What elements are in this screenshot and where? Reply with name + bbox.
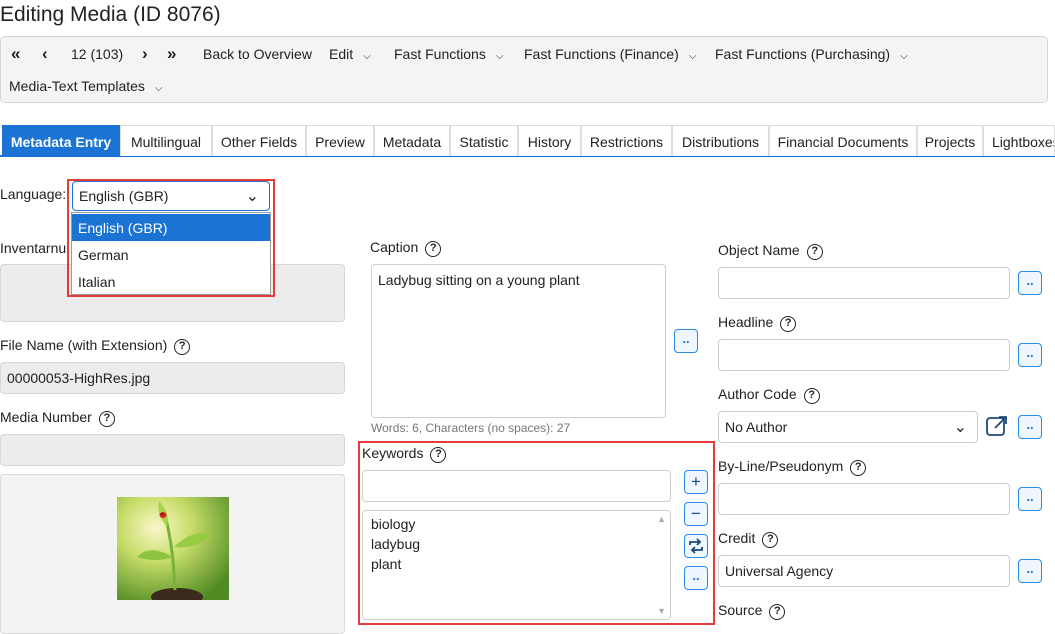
help-icon[interactable]: ? — [780, 316, 797, 332]
credit-label-text: Credit — [718, 530, 756, 546]
tab-financial-documents[interactable]: Financial Documents — [769, 125, 917, 156]
media-number-field[interactable] — [0, 434, 345, 466]
file-name-field[interactable]: 00000053-HighRes.jpg — [0, 362, 345, 394]
tab-projects[interactable]: Projects — [917, 125, 983, 156]
caption-word-count: Words: 6, Characters (no spaces): 27 — [371, 421, 571, 435]
byline-field[interactable] — [718, 483, 1010, 515]
source-label-text: Source — [718, 602, 763, 618]
help-icon[interactable]: ? — [803, 388, 820, 404]
headline-field[interactable] — [718, 339, 1010, 371]
headline-label-text: Headline — [718, 314, 774, 330]
caption-label-text: Caption — [370, 239, 419, 255]
file-name-label: File Name (with Extension)? — [0, 337, 191, 355]
caption-label: Caption? — [370, 239, 442, 257]
chevron-down-icon: ⌵ — [495, 51, 504, 62]
object-name-field[interactable] — [718, 267, 1010, 299]
fast-functions-purchasing-label: Fast Functions (Purchasing) — [715, 46, 891, 62]
keywords-highlight-box — [358, 441, 715, 625]
credit-field[interactable]: Universal Agency — [718, 555, 1010, 587]
help-icon[interactable]: ? — [762, 532, 779, 548]
help-icon[interactable]: ? — [806, 244, 823, 260]
fast-functions-finance-menu[interactable]: Fast Functions (Finance) ⌵ — [524, 46, 696, 62]
author-code-label-text: Author Code — [718, 386, 797, 402]
media-number-label: Media Number? — [0, 409, 115, 427]
tab-metadata[interactable]: Metadata — [374, 125, 450, 156]
headline-more-button[interactable]: .. — [1018, 343, 1042, 367]
byline-label: By-Line/Pseudonym? — [718, 458, 867, 476]
media-thumbnail[interactable] — [117, 497, 229, 600]
file-name-label-text: File Name (with Extension) — [0, 337, 168, 353]
author-code-select[interactable]: No Author ⌄ — [718, 411, 978, 443]
tab-statistic[interactable]: Statistic — [450, 125, 518, 156]
credit-more-button[interactable]: .. — [1018, 559, 1042, 583]
preview-panel — [0, 474, 345, 634]
chevron-down-icon: ⌄ — [953, 419, 967, 436]
object-name-label: Object Name? — [718, 242, 823, 260]
tab-bar: Metadata Entry Multilingual Other Fields… — [0, 125, 1055, 157]
back-to-overview-link[interactable]: Back to Overview — [203, 46, 312, 62]
tab-history[interactable]: History — [518, 125, 581, 156]
fast-functions-label: Fast Functions — [394, 46, 486, 62]
tab-lightboxes[interactable]: Lightboxes — [983, 125, 1055, 156]
ladybug-plant-image — [117, 497, 229, 600]
help-icon[interactable]: ? — [769, 604, 786, 620]
tab-distributions[interactable]: Distributions — [672, 125, 769, 156]
toolbar: « ‹ 12 (103) › » Back to Overview Edit ⌵ … — [0, 36, 1048, 103]
fast-functions-purchasing-menu[interactable]: Fast Functions (Purchasing) ⌵ — [715, 46, 908, 62]
inventory-number-label: Inventarnu — [0, 240, 67, 256]
fast-functions-finance-label: Fast Functions (Finance) — [524, 46, 679, 62]
caption-more-button[interactable]: .. — [674, 329, 698, 353]
tab-restrictions[interactable]: Restrictions — [581, 125, 672, 156]
chevron-down-icon: ⌵ — [688, 51, 697, 62]
help-icon[interactable]: ? — [174, 339, 191, 355]
source-label: Source? — [718, 602, 786, 620]
first-page-icon[interactable]: « — [11, 44, 20, 64]
help-icon[interactable]: ? — [98, 411, 115, 427]
caption-textarea[interactable]: Ladybug sitting on a young plant — [371, 264, 666, 418]
last-page-icon[interactable]: » — [167, 44, 176, 64]
tab-multilingual[interactable]: Multilingual — [120, 125, 212, 156]
byline-more-button[interactable]: .. — [1018, 487, 1042, 511]
chevron-down-icon: ⌵ — [154, 83, 163, 94]
help-icon[interactable]: ? — [850, 460, 867, 476]
external-link-icon — [986, 416, 1007, 436]
language-label: Language: — [0, 186, 67, 202]
author-code-value: No Author — [725, 419, 788, 435]
author-code-label: Author Code? — [718, 386, 820, 404]
credit-label: Credit? — [718, 530, 779, 548]
object-name-label-text: Object Name — [718, 242, 800, 258]
author-code-more-button[interactable]: .. — [1018, 415, 1042, 439]
record-position: 12 (103) — [71, 46, 124, 62]
open-external-button[interactable] — [985, 414, 1009, 438]
edit-menu[interactable]: Edit ⌵ — [329, 46, 371, 62]
tab-metadata-entry[interactable]: Metadata Entry — [2, 125, 120, 156]
tab-preview[interactable]: Preview — [306, 125, 374, 156]
media-number-label-text: Media Number — [0, 409, 92, 425]
fast-functions-menu[interactable]: Fast Functions ⌵ — [394, 46, 503, 62]
chevron-down-icon: ⌵ — [363, 51, 371, 62]
next-page-icon[interactable]: › — [142, 44, 148, 64]
tab-other-fields[interactable]: Other Fields — [212, 125, 306, 156]
help-icon[interactable]: ? — [425, 241, 442, 257]
language-highlight-box — [67, 179, 275, 297]
chevron-down-icon: ⌵ — [900, 51, 908, 62]
headline-label: Headline? — [718, 314, 797, 332]
media-text-templates-menu[interactable]: Media-Text Templates ⌵ — [9, 78, 163, 94]
object-name-more-button[interactable]: .. — [1018, 271, 1042, 295]
edit-menu-label: Edit — [329, 46, 354, 62]
byline-label-text: By-Line/Pseudonym — [718, 458, 844, 474]
page-title: Editing Media (ID 8076) — [0, 3, 221, 26]
previous-page-icon[interactable]: ‹ — [42, 44, 48, 64]
media-text-templates-label: Media-Text Templates — [9, 78, 145, 94]
